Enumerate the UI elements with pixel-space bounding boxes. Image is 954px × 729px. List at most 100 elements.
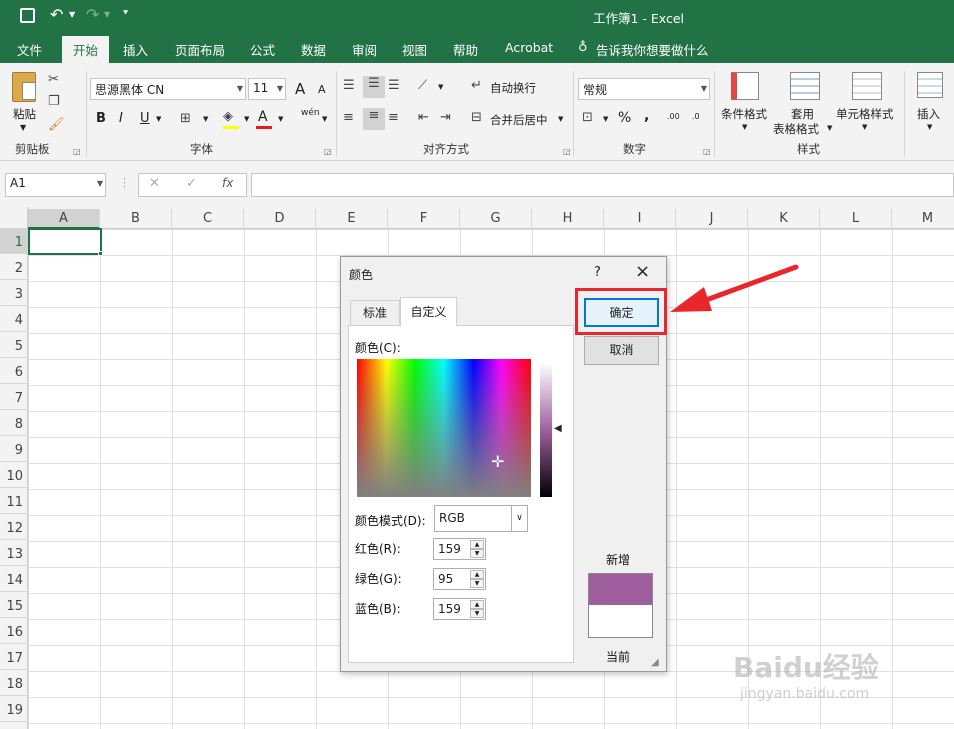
spin-down-icon[interactable]: ▼ [470,579,484,588]
cell-styles-dropdown-icon[interactable]: ▼ [862,123,867,131]
column-header[interactable]: E [316,209,388,229]
insert-cells-button[interactable]: 插入 [917,106,940,122]
cell-styles-icon[interactable] [852,72,882,100]
selected-cell-a1[interactable] [28,228,102,255]
conditional-format-button[interactable]: 条件格式 [721,106,767,122]
align-top-icon[interactable]: ☰ [343,78,355,94]
column-header[interactable]: F [388,209,460,229]
merge-center-icon[interactable]: ⊟ [471,110,482,126]
shrink-font-button[interactable]: A [318,83,326,96]
red-input[interactable]: 159 ▲ ▼ [433,538,486,560]
row-header[interactable]: 10 [0,462,28,488]
luminance-pointer-icon[interactable]: ◀ [554,423,562,434]
paste-dropdown-icon[interactable]: ▼ [20,123,26,132]
row-header[interactable]: 6 [0,358,28,384]
tab-review[interactable]: 审阅 [352,40,377,59]
column-header[interactable]: K [748,209,820,229]
decrease-decimal-button[interactable]: .0 [692,112,700,121]
percent-button[interactable]: % [618,110,631,126]
insert-function-button[interactable]: fx [222,176,233,190]
tab-view[interactable]: 视图 [402,40,427,59]
row-header[interactable]: 15 [0,592,28,618]
save-icon[interactable] [20,8,35,23]
column-header[interactable]: J [676,209,748,229]
italic-button[interactable]: I [119,111,123,126]
format-table-button[interactable]: 表格格式 [773,121,819,137]
column-header[interactable]: D [244,209,316,229]
customize-toolbar-icon[interactable]: ⯆ [122,9,129,19]
row-header[interactable]: 8 [0,410,28,436]
spin-up-icon[interactable]: ▲ [470,600,484,609]
tab-page-layout[interactable]: 页面布局 [175,40,225,59]
comma-button[interactable]: , [644,108,649,124]
tab-home[interactable]: 开始 [62,36,109,63]
luminance-slider[interactable] [540,363,552,497]
resize-grip-icon[interactable]: ◢ [651,657,659,668]
blue-input[interactable]: 159 ▲ ▼ [433,598,486,620]
redo-icon[interactable]: ↷ [86,5,99,24]
border-icon[interactable]: ⊞ [180,111,191,127]
font-color-dropdown-icon[interactable]: ▼ [278,115,283,123]
confirm-entry-icon[interactable]: ✓ [186,176,197,191]
align-middle-icon[interactable]: ☰ [363,76,385,98]
cond-dropdown-icon[interactable]: ▼ [742,123,747,131]
insert-dropdown-icon[interactable]: ▼ [927,123,932,131]
number-format-combo[interactable]: 常规 ▼ [578,78,710,100]
copy-icon[interactable]: ❐ [48,94,60,110]
spin-down-icon[interactable]: ▼ [470,609,484,618]
crosshair-icon[interactable]: ✛ [491,452,504,471]
column-header[interactable]: C [172,209,244,229]
dialog-launcher-icon[interactable]: ◲ [563,147,571,156]
tab-help[interactable]: 帮助 [453,40,478,59]
name-box[interactable]: A1 ▼ [5,173,106,197]
color-model-select[interactable]: RGB ∨ [434,505,528,532]
font-size-combo[interactable]: 11 ▼ [248,78,286,100]
row-header[interactable]: 4 [0,306,28,332]
column-header[interactable]: M [892,209,954,229]
tab-insert[interactable]: 插入 [123,40,148,59]
row-header[interactable]: 14 [0,566,28,592]
format-table-line1[interactable]: 套用 [791,106,814,122]
green-input[interactable]: 95 ▲ ▼ [433,568,486,590]
row-header[interactable]: 2 [0,254,28,280]
orientation-dropdown-icon[interactable]: ▼ [438,83,443,91]
orientation-icon[interactable]: ⟋ [418,78,427,94]
fill-color-icon[interactable]: ◈ [223,109,233,125]
row-header[interactable]: 12 [0,514,28,540]
border-dropdown-icon[interactable]: ▼ [203,115,208,123]
phonetic-button[interactable]: wén [301,108,320,118]
dialog-launcher-icon[interactable]: ◲ [73,147,81,156]
undo-dropdown-icon[interactable]: ▼ [69,10,75,19]
wrap-text-icon[interactable]: ↵ [471,78,482,94]
cut-icon[interactable]: ✂ [48,72,59,88]
redo-dropdown-icon[interactable]: ▼ [104,10,110,19]
undo-icon[interactable]: ↶ [50,5,63,24]
row-header[interactable]: 19 [0,696,28,722]
column-header[interactable]: A [28,209,100,229]
conditional-format-icon[interactable] [731,72,759,100]
insert-cells-icon[interactable] [917,72,943,98]
decrease-indent-icon[interactable]: ⇤ [418,110,429,126]
close-icon[interactable]: × [635,261,650,282]
merge-center-button[interactable]: 合并后居中 [490,112,548,128]
bold-button[interactable]: B [96,111,106,126]
tell-me-search[interactable]: 告诉我你想要做什么 [596,40,709,59]
merge-dropdown-icon[interactable]: ▼ [558,115,563,123]
row-header[interactable]: 11 [0,488,28,514]
column-header[interactable]: H [532,209,604,229]
grow-font-button[interactable]: A [295,80,305,98]
phonetic-dropdown-icon[interactable]: ▼ [322,115,327,123]
row-header[interactable]: 9 [0,436,28,462]
underline-button[interactable]: U [140,111,150,126]
spin-up-icon[interactable]: ▲ [470,540,484,549]
fill-dropdown-icon[interactable]: ▼ [244,115,249,123]
tab-custom[interactable]: 自定义 [400,297,457,326]
align-right-icon[interactable]: ≡ [388,110,399,126]
paste-button[interactable]: 粘贴 [13,106,36,122]
row-header[interactable]: 16 [0,618,28,644]
column-header[interactable]: G [460,209,532,229]
color-spectrum[interactable] [357,359,531,497]
font-name-combo[interactable]: 思源黑体 CN ▼ [90,78,246,100]
fill-handle[interactable] [98,251,103,256]
cancel-entry-icon[interactable]: ✕ [149,176,160,191]
